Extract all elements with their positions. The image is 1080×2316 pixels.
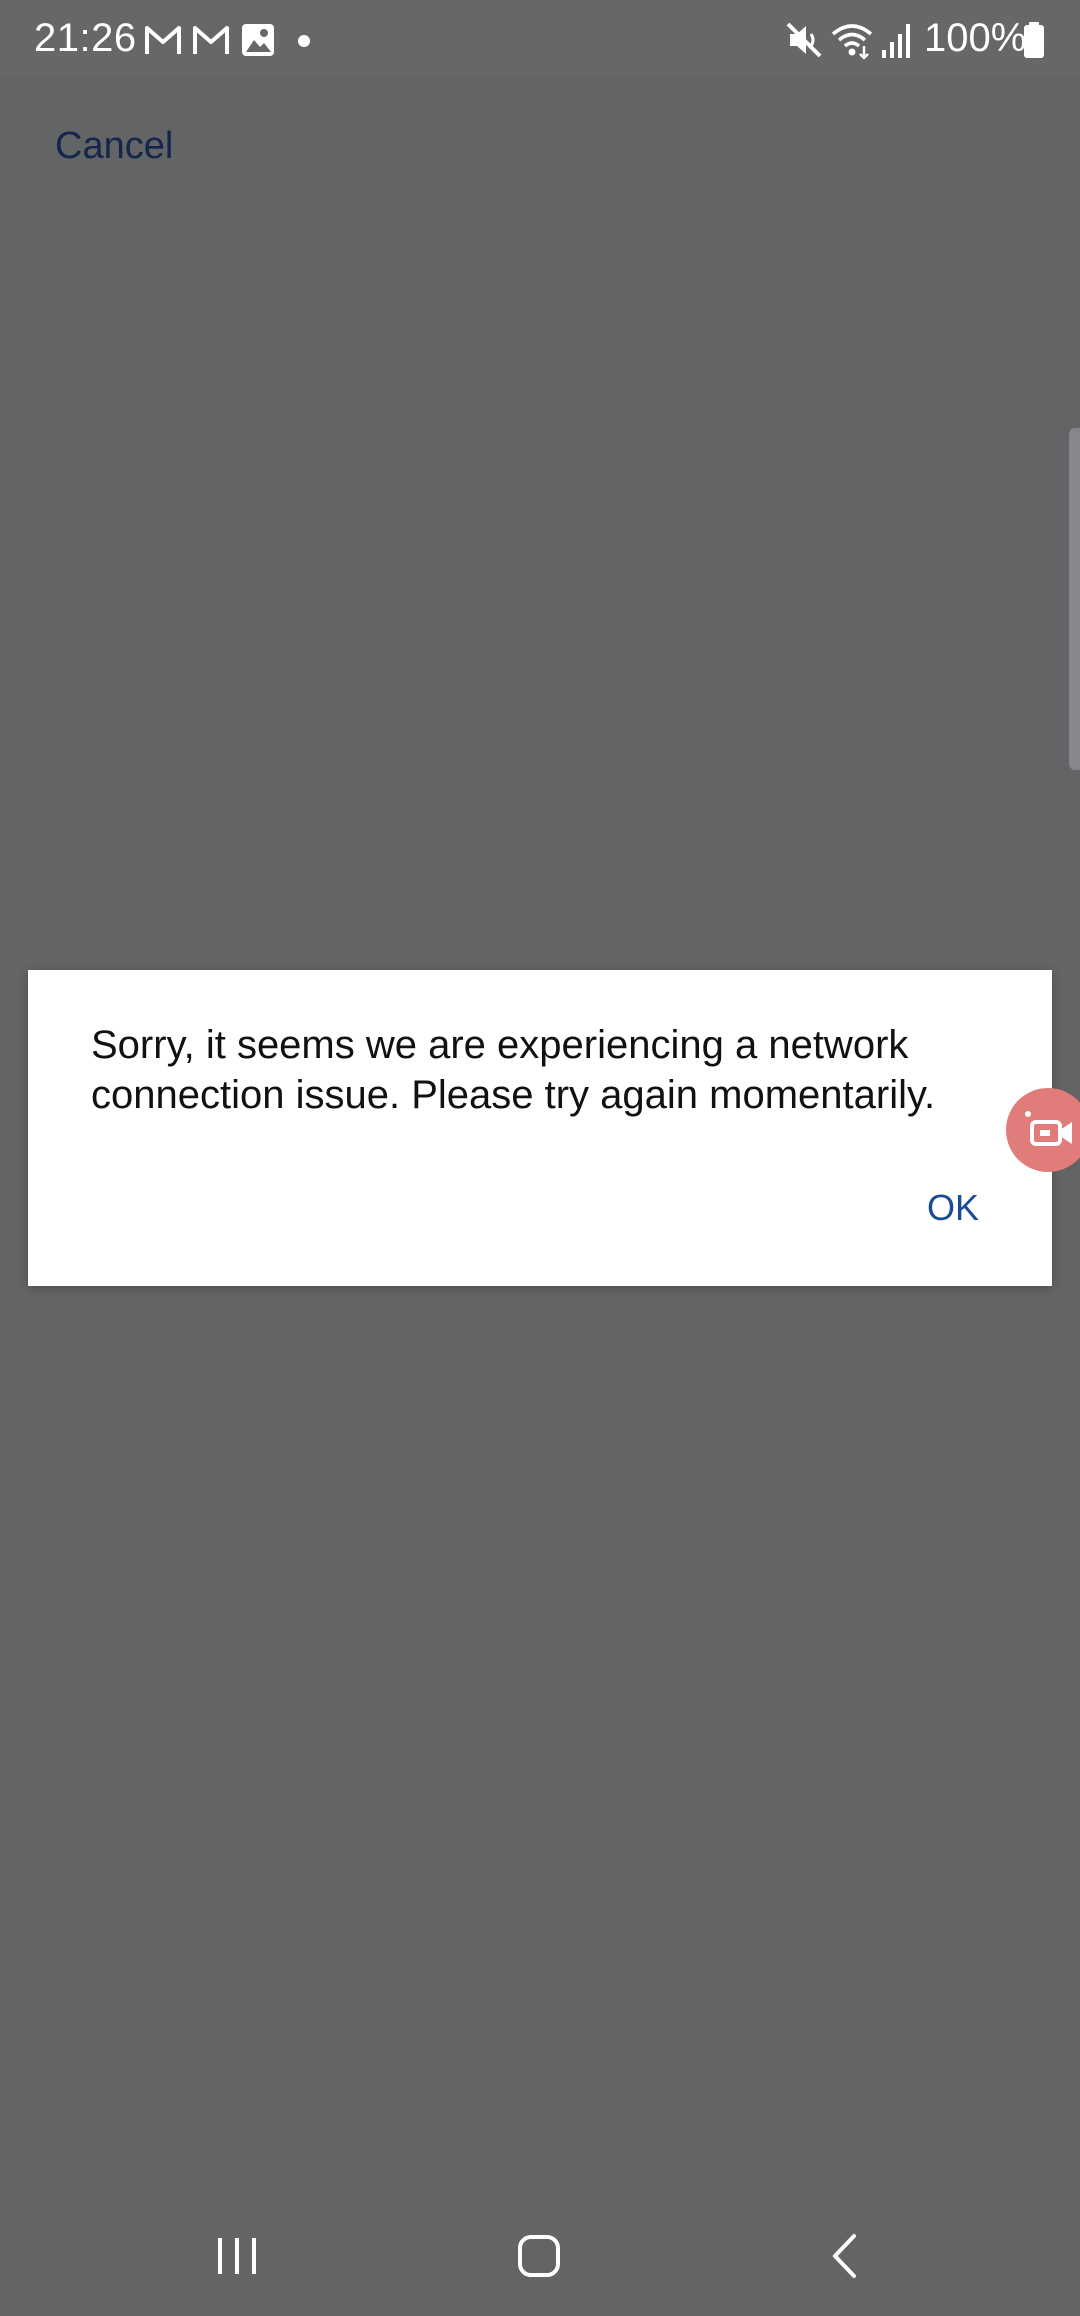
status-bar: 21:26 100%	[0, 0, 1080, 76]
dot-icon	[298, 35, 310, 47]
navigation-bar	[0, 2196, 1080, 2316]
cancel-button[interactable]: Cancel	[55, 118, 173, 174]
back-icon	[833, 2234, 856, 2278]
scroll-indicator[interactable]	[1069, 428, 1080, 770]
ok-button[interactable]: OK	[908, 1178, 998, 1238]
wifi-icon	[831, 24, 873, 60]
gmail-icon	[145, 26, 181, 54]
home-icon	[518, 2235, 560, 2277]
status-time: 21:26	[34, 16, 137, 60]
screen-recorder-button[interactable]	[1006, 1088, 1080, 1172]
gmail-icon	[193, 26, 229, 54]
screen: 21:26 100% Cancel Sorry, it seems we are…	[0, 0, 1080, 2316]
mute-icon	[786, 22, 822, 58]
recent-apps-button[interactable]	[192, 2216, 282, 2296]
network-error-dialog: Sorry, it seems we are experiencing a ne…	[28, 970, 1052, 1286]
video-camera-icon	[1025, 1111, 1072, 1146]
back-button[interactable]	[800, 2216, 890, 2296]
dialog-message: Sorry, it seems we are experiencing a ne…	[91, 1023, 936, 1117]
gallery-icon	[242, 24, 274, 56]
battery-icon	[1024, 22, 1044, 58]
signal-icon	[882, 24, 910, 58]
home-button[interactable]	[494, 2216, 584, 2296]
battery-percent: 100%	[924, 16, 1027, 60]
recent-apps-icon	[218, 2238, 256, 2274]
